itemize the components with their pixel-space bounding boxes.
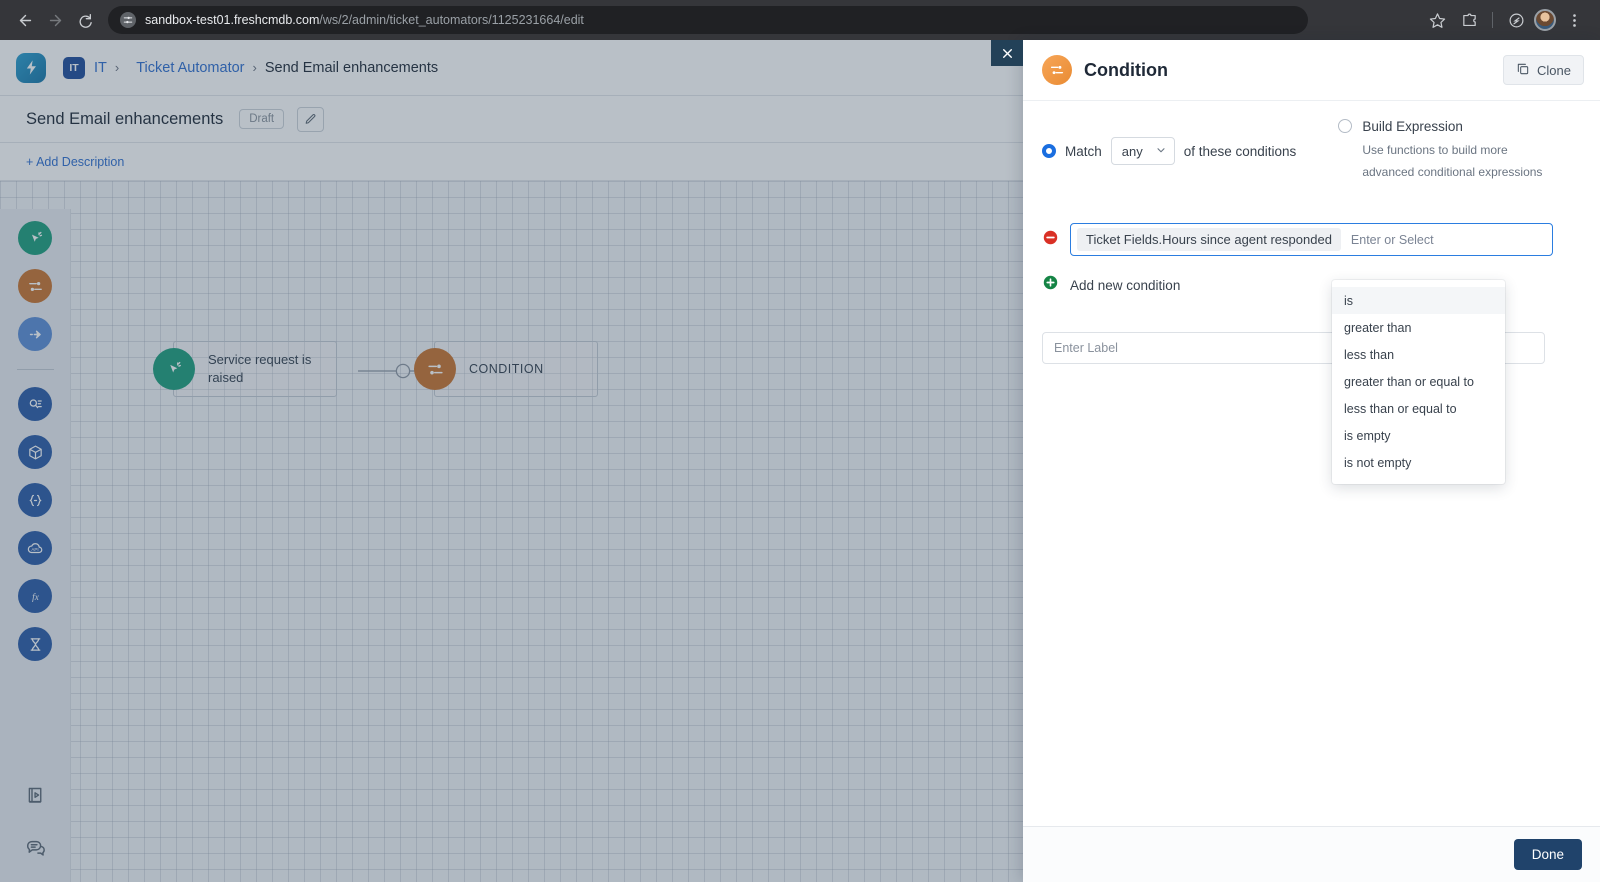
- build-expression-option[interactable]: Build Expression Use functions to build …: [1338, 119, 1562, 183]
- palette-divider: [16, 369, 54, 370]
- add-new-condition-label: Add new condition: [1070, 277, 1181, 293]
- operator-option-is[interactable]: is: [1332, 287, 1505, 314]
- three-dot-menu-icon[interactable]: [1560, 6, 1588, 34]
- url-bar[interactable]: sandbox-test01.freshcmdb.com/ws/2/admin/…: [108, 6, 1308, 34]
- palette-api-cloud-icon[interactable]: API: [18, 531, 52, 565]
- shield-leaf-icon[interactable]: [1502, 6, 1530, 34]
- back-arrow-icon[interactable]: [10, 5, 40, 35]
- operator-option-less-than-or-equal-to[interactable]: less than or equal to: [1332, 395, 1505, 422]
- condition-panel-header: Condition Clone: [1023, 40, 1600, 101]
- workflow-node-condition[interactable]: CONDITION: [414, 341, 598, 397]
- workflow-node-condition-label: CONDITION: [469, 361, 544, 376]
- palette-cube-icon[interactable]: [18, 435, 52, 469]
- app-window: IT IT › Ticket Automator › Send Email en…: [0, 40, 1600, 882]
- copy-icon: [1516, 62, 1530, 79]
- breadcrumb-separator: ›: [114, 60, 120, 75]
- forward-arrow-icon[interactable]: [40, 5, 70, 35]
- node-palette: API fx: [0, 209, 71, 882]
- condition-panel: Condition Clone Match any of these condi…: [991, 40, 1600, 882]
- add-new-condition-button[interactable]: Add new condition: [1023, 274, 1600, 296]
- breadcrumb-item-ticket-automator[interactable]: Ticket Automator: [136, 60, 244, 76]
- workflow-canvas[interactable]: API fx Service request is raised CONDITI…: [0, 181, 1023, 882]
- url-text: sandbox-test01.freshcmdb.com/ws/2/admin/…: [145, 13, 584, 27]
- operator-placeholder[interactable]: Enter or Select: [1351, 233, 1434, 247]
- operator-option-is-not-empty[interactable]: is not empty: [1332, 449, 1505, 476]
- svg-text:API: API: [31, 547, 38, 552]
- pencil-icon[interactable]: [297, 106, 325, 132]
- match-suffix-label: of these conditions: [1183, 143, 1297, 159]
- profile-avatar[interactable]: [1534, 9, 1556, 31]
- condition-sliders-icon: [1042, 55, 1072, 85]
- breadcrumb-bar: IT IT › Ticket Automator › Send Email en…: [0, 40, 1023, 96]
- browser-toolbar: sandbox-test01.freshcmdb.com/ws/2/admin/…: [0, 0, 1600, 40]
- build-expression-title: Build Expression: [1362, 119, 1463, 134]
- operator-option-greater-than[interactable]: greater than: [1332, 314, 1505, 341]
- chat-bubbles-icon[interactable]: [25, 837, 47, 864]
- breadcrumb-separator-2: ›: [252, 60, 257, 75]
- label-input-placeholder: Enter Label: [1054, 341, 1118, 356]
- site-settings-icon[interactable]: [120, 12, 136, 28]
- url-host: sandbox-test01.freshcmdb.com: [145, 13, 320, 27]
- url-path: /ws/2/admin/ticket_automators/1125231664…: [319, 13, 584, 27]
- operator-option-is-empty[interactable]: is empty: [1332, 422, 1505, 449]
- match-type-select[interactable]: any: [1110, 137, 1175, 166]
- palette-braces-expand-icon[interactable]: [18, 483, 52, 517]
- description-bar: + Add Description: [0, 143, 1023, 181]
- palette-fx-function-icon[interactable]: fx: [18, 579, 52, 613]
- workflow-node-trigger-label: Service request is raised: [208, 352, 312, 385]
- palette-cursor-click-icon[interactable]: [18, 221, 52, 255]
- reload-icon[interactable]: [70, 5, 100, 35]
- clone-button[interactable]: Clone: [1503, 55, 1584, 85]
- condition-panel-footer: Done: [1023, 826, 1600, 882]
- freshworks-lightning-logo[interactable]: [16, 52, 46, 83]
- sliders-filter-icon: [414, 348, 456, 390]
- build-expression-subtitle: Use functions to build more advanced con…: [1362, 143, 1543, 180]
- build-expression-radio[interactable]: [1338, 119, 1353, 133]
- build-expression-text: Build Expression Use functions to build …: [1362, 119, 1562, 183]
- breadcrumb-current: Send Email enhancements: [264, 59, 439, 76]
- extensions-puzzle-icon[interactable]: [1455, 6, 1483, 34]
- palette-hourglass-icon[interactable]: [18, 627, 52, 661]
- match-row: Match any of these conditions Build Expr…: [1023, 119, 1600, 183]
- condition-field-input[interactable]: Ticket Fields.Hours since agent responde…: [1070, 223, 1553, 257]
- condition-panel-body: Match any of these conditions Build Expr…: [1023, 101, 1600, 484]
- workspace-badge[interactable]: IT: [63, 56, 85, 79]
- chevron-down-icon: [1155, 144, 1167, 159]
- book-play-icon[interactable]: [25, 785, 46, 811]
- done-button[interactable]: Done: [1513, 839, 1582, 870]
- operator-option-less-than[interactable]: less than: [1332, 341, 1505, 368]
- condition-row: Ticket Fields.Hours since agent responde…: [1023, 223, 1600, 257]
- palette-sliders-filter-icon[interactable]: [18, 269, 52, 303]
- condition-field-chip[interactable]: Ticket Fields.Hours since agent responde…: [1077, 228, 1341, 252]
- palette-bottom-actions: [0, 785, 71, 864]
- cursor-click-icon: [153, 348, 195, 390]
- status-badge: Draft: [239, 109, 285, 129]
- minus-circle-icon[interactable]: [1042, 229, 1059, 251]
- svg-text:fx: fx: [32, 592, 40, 602]
- palette-search-list-icon[interactable]: [18, 387, 52, 421]
- plus-circle-icon: [1042, 274, 1059, 296]
- page-title: Send Email enhancements: [26, 109, 224, 128]
- toolbar-divider: [1492, 12, 1493, 28]
- workflow-node-trigger[interactable]: Service request is raised: [153, 341, 337, 397]
- operator-dropdown[interactable]: is greater than less than greater than o…: [1332, 280, 1505, 484]
- star-icon[interactable]: [1423, 6, 1451, 34]
- match-type-value: any: [1121, 143, 1143, 159]
- page-title-bar: Send Email enhancements Draft: [0, 96, 1023, 143]
- match-radio[interactable]: [1042, 144, 1056, 159]
- clone-button-label: Clone: [1537, 62, 1571, 78]
- toolbar-actions: [1423, 6, 1590, 34]
- breadcrumb-item-it[interactable]: IT: [94, 60, 107, 76]
- panel-title: Condition: [1084, 59, 1168, 80]
- palette-arrow-right-icon[interactable]: [18, 317, 52, 351]
- add-description-button[interactable]: + Add Description: [26, 155, 124, 169]
- match-prefix-label: Match: [1065, 143, 1102, 159]
- operator-option-greater-than-or-equal-to[interactable]: greater than or equal to: [1332, 368, 1505, 395]
- close-icon[interactable]: [991, 40, 1023, 66]
